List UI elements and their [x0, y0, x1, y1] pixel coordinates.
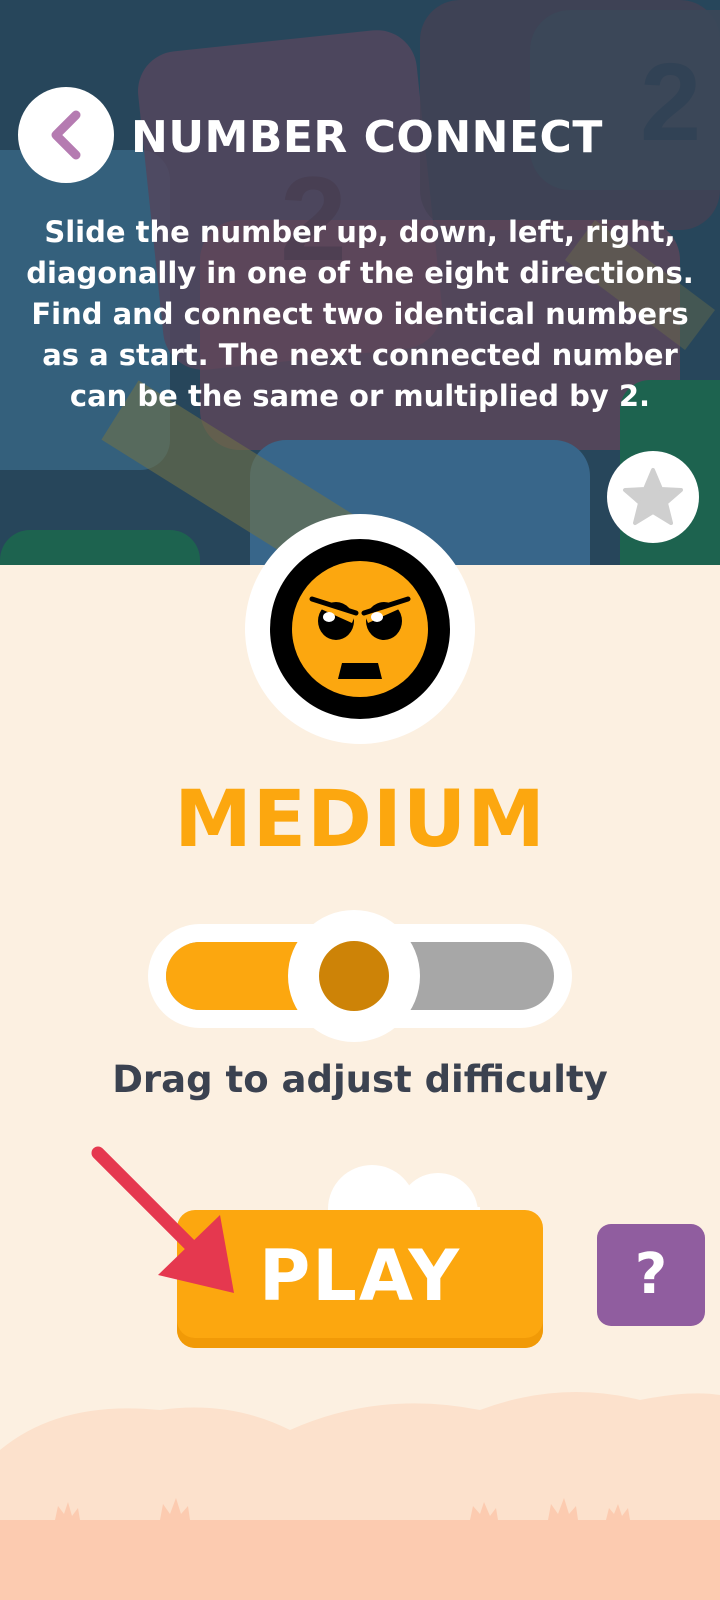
- difficulty-label: MEDIUM: [174, 775, 546, 865]
- favorite-button[interactable]: [607, 451, 699, 543]
- angry-face-icon: [270, 539, 450, 719]
- back-button[interactable]: [18, 87, 114, 183]
- play-button[interactable]: PLAY: [177, 1210, 543, 1348]
- chevron-left-icon: [51, 110, 81, 160]
- help-button[interactable]: ?: [597, 1224, 705, 1326]
- slider-knob[interactable]: [288, 910, 420, 1042]
- star-icon: [623, 468, 683, 525]
- slider-hint: Drag to adjust difficulty: [112, 1058, 608, 1101]
- question-icon: ?: [634, 1242, 668, 1307]
- game-instructions: Slide the number up, down, left, right, …: [26, 215, 694, 413]
- difficulty-face-badge: [245, 514, 475, 744]
- ground-decoration: [0, 1392, 720, 1600]
- slider-knob-center: [319, 941, 389, 1011]
- page-title: NUMBER CONNECT: [131, 112, 603, 163]
- play-button-label: PLAY: [258, 1235, 462, 1317]
